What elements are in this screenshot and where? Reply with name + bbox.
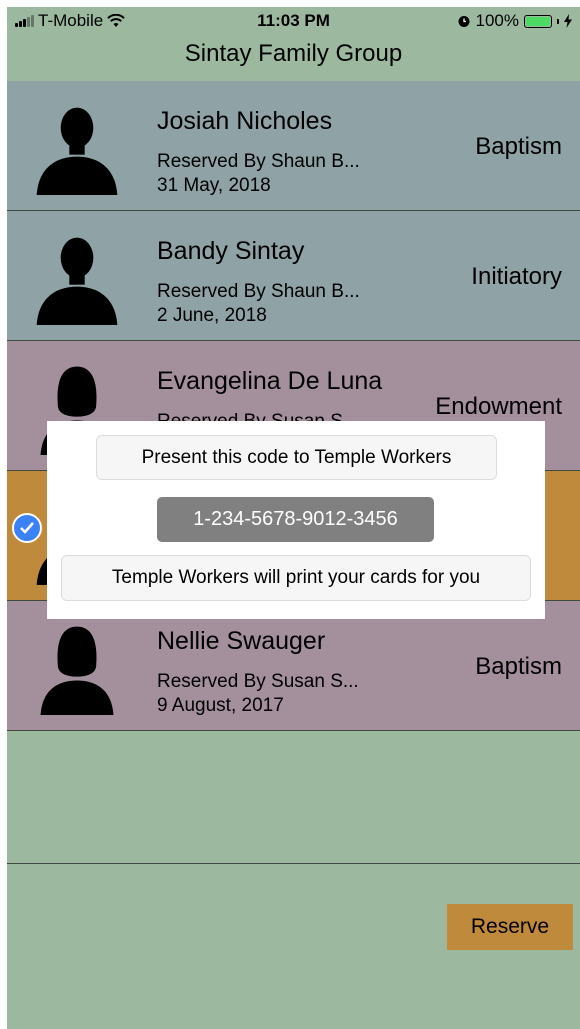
code-modal: Present this code to Temple Workers 1-23… bbox=[47, 421, 545, 619]
ordinance-label: Initiatory bbox=[471, 263, 562, 290]
male-silhouette-icon bbox=[36, 237, 118, 325]
alarm-clock-icon bbox=[458, 16, 470, 27]
reserved-date: 9 August, 2017 bbox=[157, 695, 284, 716]
page-title: Sintay Family Group bbox=[184, 40, 403, 67]
charging-bolt-icon bbox=[564, 14, 572, 28]
person-name: Bandy Sintay bbox=[157, 237, 305, 265]
app-screen: T-Mobile 11:03 PM 100% Sintay Family Gro… bbox=[7, 7, 580, 1029]
person-name: Evangelina De Luna bbox=[157, 367, 383, 395]
list-item[interactable]: Josiah Nicholes Reserved By Shaun B... 3… bbox=[7, 81, 580, 211]
reserved-by: Reserved By Shaun B... bbox=[157, 281, 360, 302]
male-silhouette-icon bbox=[36, 107, 118, 195]
list-item[interactable]: Nellie Swauger Reserved By Susan S... 9 … bbox=[7, 601, 580, 731]
status-bar: T-Mobile 11:03 PM 100% bbox=[7, 7, 580, 37]
print-cards-note[interactable]: Temple Workers will print your cards for… bbox=[61, 555, 531, 601]
ordinance-label: Baptism bbox=[475, 653, 562, 680]
reserved-by: Reserved By Shaun B... bbox=[157, 151, 360, 172]
reserved-by: Reserved By Susan S... bbox=[157, 671, 359, 692]
list-item[interactable]: Bandy Sintay Reserved By Shaun B... 2 Ju… bbox=[7, 211, 580, 341]
ordinance-label: Baptism bbox=[475, 133, 562, 160]
temple-code: 1-234-5678-9012-3456 bbox=[157, 497, 434, 542]
ordinance-label: Endowment bbox=[435, 393, 562, 420]
person-name: Josiah Nicholes bbox=[157, 107, 333, 135]
reserved-date: 2 June, 2018 bbox=[157, 305, 267, 326]
reserve-button[interactable]: Reserve bbox=[447, 904, 573, 950]
present-code-button[interactable]: Present this code to Temple Workers bbox=[96, 435, 497, 480]
battery-icon bbox=[524, 14, 552, 28]
checkmark-icon[interactable] bbox=[12, 513, 42, 543]
battery-percent: 100% bbox=[475, 11, 519, 30]
reserved-date: 31 May, 2018 bbox=[157, 175, 271, 196]
female-silhouette-icon bbox=[40, 626, 114, 715]
person-name: Nellie Swauger bbox=[157, 627, 326, 655]
empty-list-area bbox=[7, 732, 580, 864]
